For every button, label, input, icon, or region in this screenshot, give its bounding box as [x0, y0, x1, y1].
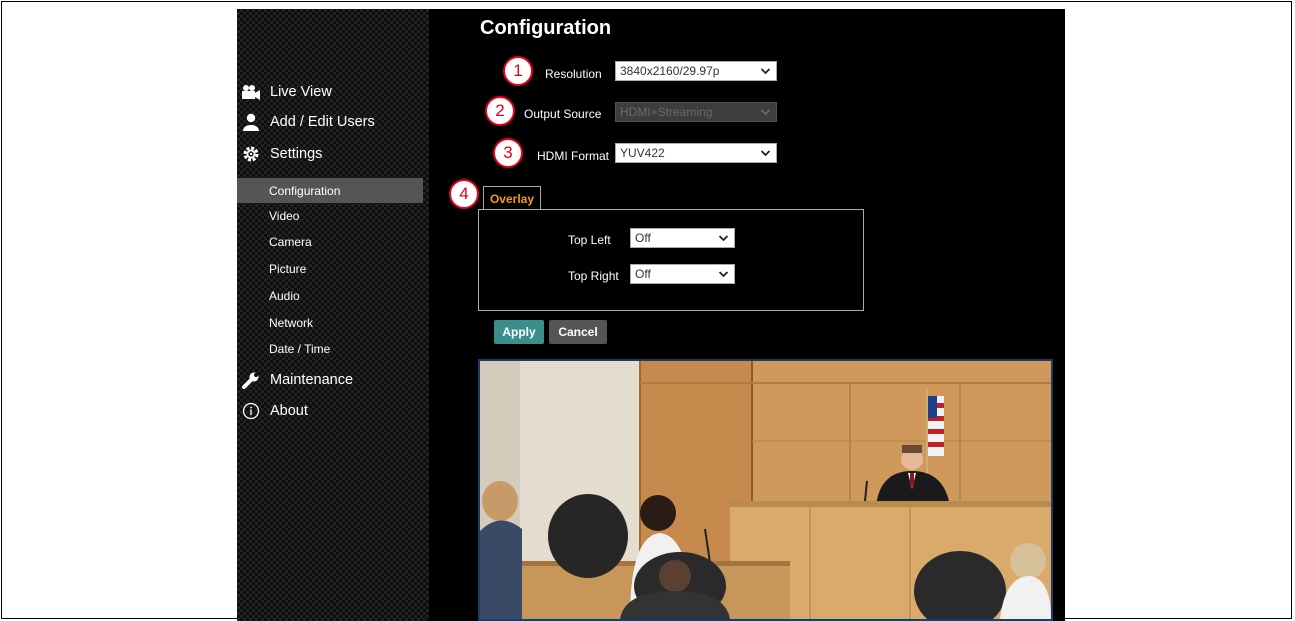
- sidebar-item-label: Live View: [270, 84, 332, 100]
- sidebar-item-about[interactable]: About: [237, 399, 308, 423]
- resolution-label: Resolution: [545, 67, 602, 81]
- resolution-select-value: 3840x2160/29.97p: [620, 64, 720, 78]
- live-preview-image: [478, 359, 1053, 621]
- info-icon: [240, 401, 262, 421]
- hdmi-format-select[interactable]: YUV422: [615, 143, 777, 163]
- apply-button[interactable]: Apply: [494, 320, 544, 344]
- chevron-down-icon: [760, 68, 771, 75]
- sidebar-item-label: About: [270, 403, 308, 419]
- sidebar-item-add-edit-users[interactable]: Add / Edit Users: [237, 110, 375, 134]
- sidebar-sub-camera[interactable]: Camera: [269, 232, 312, 252]
- top-right-label: Top Right: [568, 269, 619, 283]
- top-left-select[interactable]: Off: [630, 228, 735, 248]
- sidebar-item-label: Add / Edit Users: [270, 114, 375, 130]
- sidebar-item-label: Maintenance: [270, 372, 354, 388]
- chevron-down-icon: [760, 109, 771, 116]
- sidebar-item-live-view[interactable]: Live View: [237, 80, 332, 104]
- top-left-label: Top Left: [568, 233, 611, 247]
- gear-icon: [240, 144, 262, 164]
- chevron-down-icon: [718, 235, 729, 242]
- sidebar-item-maintenance[interactable]: Maintenance: [237, 368, 353, 392]
- output-source-select[interactable]: HDMI+Streaming: [615, 102, 777, 122]
- resolution-select[interactable]: 3840x2160/29.97p: [615, 61, 777, 81]
- callout-marker-1: 1: [503, 56, 533, 86]
- sidebar-sub-audio[interactable]: Audio: [269, 286, 300, 306]
- user-icon: [240, 112, 262, 132]
- callout-marker-3: 3: [493, 138, 523, 168]
- output-source-label: Output Source: [524, 107, 602, 121]
- hdmi-format-label: HDMI Format: [537, 149, 609, 163]
- sidebar-sub-configuration[interactable]: Configuration: [269, 181, 340, 201]
- overlay-panel: Top Left Off Top Right Off: [478, 209, 864, 311]
- callout-marker-2: 2: [485, 96, 515, 126]
- sidebar-item-settings[interactable]: Settings: [237, 142, 322, 166]
- page-title: Configuration: [480, 17, 612, 39]
- output-source-select-value: HDMI+Streaming: [620, 105, 713, 119]
- hdmi-format-select-value: YUV422: [620, 146, 665, 160]
- chevron-down-icon: [718, 271, 729, 278]
- sidebar-item-label: Settings: [270, 146, 323, 162]
- tab-overlay[interactable]: Overlay: [483, 186, 541, 210]
- video-camera-icon: [240, 82, 262, 102]
- sidebar-sub-date-time[interactable]: Date / Time: [269, 339, 330, 359]
- chevron-down-icon: [760, 150, 771, 157]
- sidebar-sub-network[interactable]: Network: [269, 313, 313, 333]
- sidebar: Live View Add / Edit Users Settings Conf…: [237, 9, 429, 621]
- sidebar-sub-video[interactable]: Video: [269, 206, 299, 226]
- cancel-button[interactable]: Cancel: [549, 320, 607, 344]
- top-left-select-value: Off: [635, 231, 651, 245]
- callout-marker-4: 4: [449, 179, 479, 209]
- web-ui: Live View Add / Edit Users Settings Conf…: [237, 9, 1065, 621]
- top-right-select[interactable]: Off: [630, 264, 735, 284]
- sidebar-sub-picture[interactable]: Picture: [269, 259, 306, 279]
- wrench-icon: [240, 370, 262, 390]
- top-right-select-value: Off: [635, 267, 651, 281]
